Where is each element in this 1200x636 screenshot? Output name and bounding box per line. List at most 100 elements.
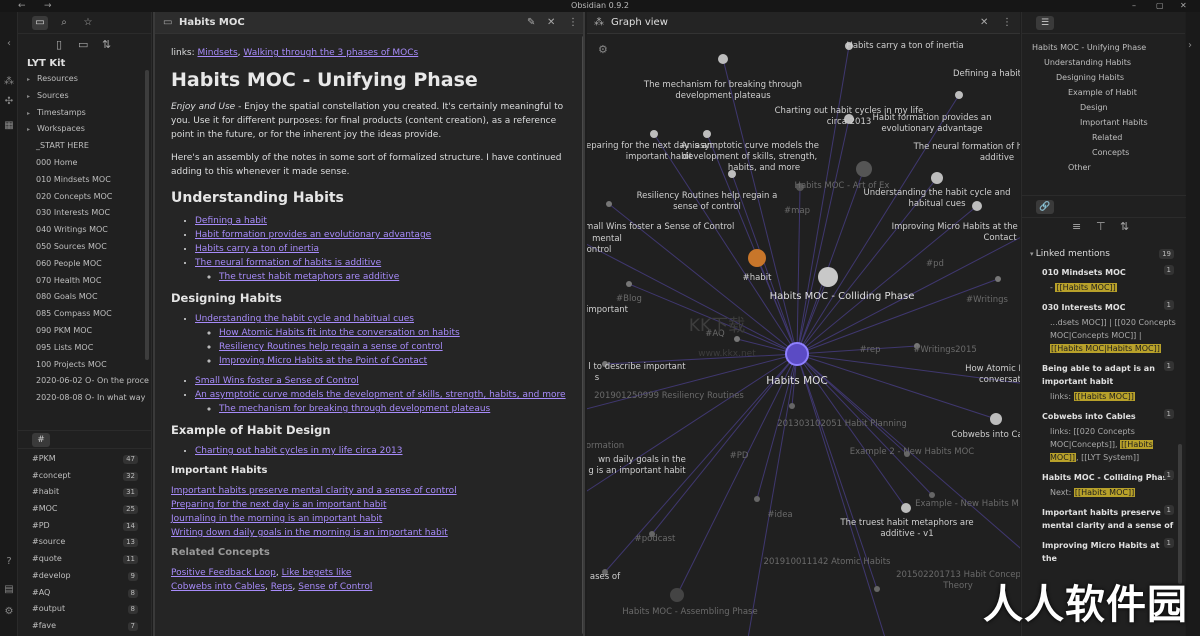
file-item[interactable]: 020 Concepts MOC	[18, 189, 151, 206]
graph-node[interactable]	[703, 130, 711, 138]
graph-settings-icon[interactable]: ⚙	[598, 43, 608, 56]
mention-item[interactable]: Important habits preserve mental clarity…	[1022, 502, 1186, 535]
tag-item[interactable]: #MOC 25	[18, 501, 152, 518]
sort-icon[interactable]: ⇅	[102, 38, 111, 51]
backlinks-tab[interactable]: 🔗	[1036, 200, 1054, 214]
more-options-icon[interactable]: ⋮	[568, 12, 578, 34]
collapse-results-icon[interactable]: ≡	[1072, 220, 1081, 233]
graph-node[interactable]	[901, 503, 911, 513]
settings-icon[interactable]: ⚙	[3, 606, 15, 618]
outline-item[interactable]: Other	[1022, 160, 1185, 175]
file-item[interactable]: 2020-08-08 O- In what way	[18, 390, 151, 407]
file-item[interactable]: 2020-06-02 O- On the proce	[18, 373, 151, 390]
folder-item[interactable]: ▸ Timestamps	[18, 105, 151, 122]
graph-node[interactable]	[734, 336, 740, 342]
note-link[interactable]: Like begets like	[282, 568, 352, 578]
note-link[interactable]: An asymptotic curve models the developme…	[195, 390, 566, 400]
file-item[interactable]: 085 Compass MOC	[18, 306, 151, 323]
graph-node[interactable]	[626, 281, 632, 287]
tag-item[interactable]: #PKM 47	[18, 451, 152, 468]
expand-right-icon[interactable]: ›	[1188, 40, 1192, 51]
tag-item[interactable]: #source 13	[18, 534, 152, 551]
note-link[interactable]: Important habits preserve mental clarity…	[171, 486, 457, 496]
mention-item[interactable]: 030 Interests MOC 1 ...dsets MOC]] | [[0…	[1022, 297, 1186, 358]
note-link[interactable]: Preparing for the next day is an importa…	[171, 500, 387, 510]
tag-item[interactable]: #habit 31	[18, 484, 152, 501]
outline-item[interactable]: Concepts	[1022, 145, 1185, 160]
maximize-button[interactable]: ▢	[1156, 0, 1164, 12]
note-link[interactable]: Positive Feedback Loop	[171, 568, 276, 578]
note-link[interactable]: Defining a habit	[195, 216, 267, 226]
outline-tab[interactable]: ☰	[1036, 16, 1054, 30]
tags-tab[interactable]: #	[32, 433, 50, 447]
graph-node[interactable]	[606, 201, 612, 207]
note-link[interactable]: The mechanism for breaking through devel…	[219, 404, 490, 414]
folder-item[interactable]: ▸ Resources	[18, 71, 151, 88]
note-link[interactable]: The neural formation of habits is additi…	[195, 258, 381, 268]
file-item[interactable]: 000 Home	[18, 155, 151, 172]
search-tab[interactable]: ⌕	[56, 16, 72, 30]
tag-item[interactable]: #fave 7	[18, 618, 152, 635]
note-link[interactable]: Cobwebs into Cables	[171, 582, 265, 592]
note-link[interactable]: Improving Micro Habits at the Point of C…	[219, 356, 427, 366]
close-window-button[interactable]: ✕	[1180, 0, 1187, 12]
mention-item[interactable]: Being able to adapt is an important habi…	[1022, 358, 1186, 406]
file-explorer-tab[interactable]: ▭	[32, 16, 48, 30]
file-item[interactable]: 095 Lists MOC	[18, 340, 151, 357]
file-item[interactable]: 030 Interests MOC	[18, 205, 151, 222]
mention-item[interactable]: Habits MOC - Colliding Phase 1 Next: [[H…	[1022, 467, 1186, 502]
linked-mentions-header[interactable]: ▾ Linked mentions 19	[1022, 246, 1186, 262]
file-item[interactable]: 090 PKM MOC	[18, 323, 151, 340]
note-link[interactable]: Habits carry a ton of inertia	[195, 244, 319, 254]
starred-tab[interactable]: ☆	[80, 16, 96, 30]
edit-icon[interactable]: ✎	[527, 12, 535, 34]
graph-node[interactable]	[789, 403, 795, 409]
graph-node[interactable]	[818, 267, 838, 287]
outline-item[interactable]: Important Habits	[1022, 115, 1185, 130]
graph-node[interactable]	[955, 91, 963, 99]
close-graph-icon[interactable]: ✕	[980, 12, 988, 34]
tag-item[interactable]: #AQ 8	[18, 585, 152, 602]
graph-node[interactable]	[995, 276, 1001, 282]
graph-node[interactable]	[856, 161, 872, 177]
outline-item[interactable]: Habits MOC - Unifying Phase	[1022, 40, 1185, 55]
graph-node[interactable]	[754, 496, 760, 502]
graph-more-icon[interactable]: ⋮	[1002, 12, 1012, 34]
note-link[interactable]: Writing down daily goals in the morning …	[171, 528, 448, 538]
file-item[interactable]: _START HERE	[18, 138, 151, 155]
help-icon[interactable]: ?	[3, 556, 15, 568]
file-item[interactable]: 050 Sources MOC	[18, 239, 151, 256]
graph-node[interactable]	[929, 492, 935, 498]
outline-item[interactable]: Design	[1022, 100, 1185, 115]
note-link[interactable]: Journaling in the morning is an importan…	[171, 514, 382, 524]
tag-item[interactable]: #concept 32	[18, 468, 152, 485]
graph-node[interactable]	[931, 172, 943, 184]
file-item[interactable]: 010 Mindsets MOC	[18, 172, 151, 189]
graph-node[interactable]	[972, 201, 982, 211]
outline-item[interactable]: Example of Habit	[1022, 85, 1185, 100]
link-mindsets[interactable]: Mindsets	[198, 48, 238, 58]
tag-item[interactable]: #develop 9	[18, 568, 152, 585]
file-item[interactable]: 100 Projects MOC	[18, 357, 151, 374]
file-item[interactable]: 060 People MOC	[18, 256, 151, 273]
show-context-icon[interactable]: ⊤	[1096, 220, 1106, 233]
sort-backlinks-icon[interactable]: ⇅	[1120, 220, 1129, 233]
graph-node[interactable]	[990, 413, 1002, 425]
folder-item[interactable]: ▸ Workspaces	[18, 121, 151, 138]
note-link[interactable]: Understanding the habit cycle and habitu…	[195, 314, 414, 324]
new-folder-icon[interactable]: ▭	[78, 38, 88, 51]
backlinks-scrollbar[interactable]	[1178, 444, 1182, 584]
graph-node-center[interactable]	[785, 342, 809, 366]
note-scrollbar[interactable]	[582, 36, 583, 634]
graph-node[interactable]	[718, 54, 728, 64]
graph-node[interactable]	[670, 588, 684, 602]
tag-item[interactable]: #quote 11	[18, 551, 152, 568]
note-link[interactable]: Sense of Control	[298, 582, 372, 592]
graph-node[interactable]	[748, 249, 766, 267]
note-link[interactable]: Resiliency Routines help regain a sense …	[219, 342, 443, 352]
note-link[interactable]: Reps	[271, 582, 293, 592]
note-link[interactable]: The truest habit metaphors are additive	[219, 272, 399, 282]
collapse-icon[interactable]: ‹	[3, 38, 15, 50]
close-pane-icon[interactable]: ✕	[547, 12, 555, 34]
file-item[interactable]: 040 Writings MOC	[18, 222, 151, 239]
